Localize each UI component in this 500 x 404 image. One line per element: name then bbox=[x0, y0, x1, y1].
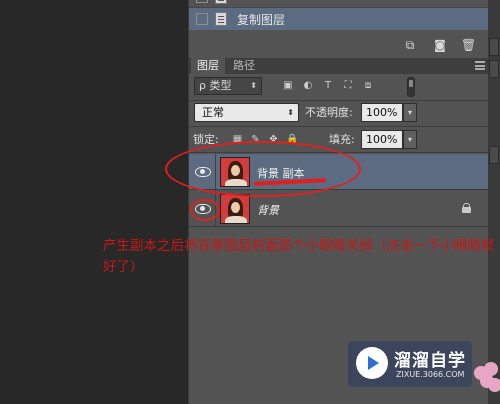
flower-decoration-icon bbox=[470, 360, 500, 404]
new-document-from-state-icon[interactable]: ⧉ bbox=[403, 39, 417, 52]
opacity-dropdown-button[interactable]: ▾ bbox=[403, 103, 417, 122]
fill-field[interactable]: 100% bbox=[361, 130, 403, 149]
fill-dropdown-button[interactable]: ▾ bbox=[403, 130, 417, 149]
tab-layers[interactable]: 图层 bbox=[191, 58, 225, 74]
document-icon bbox=[215, 12, 227, 26]
adjustment-filter-icon[interactable]: ◐ bbox=[302, 80, 314, 92]
blend-mode-select[interactable]: 正常 ⬍ bbox=[194, 103, 299, 122]
panel-tabs: 图层 路径 bbox=[189, 58, 489, 74]
filter-toggle[interactable] bbox=[407, 77, 415, 97]
layer-filter-row: ρ 类型 ⬍ ▣ ◐ T ⛶ ⧈ bbox=[189, 76, 489, 98]
divider bbox=[189, 126, 489, 127]
divider bbox=[189, 100, 489, 101]
chevron-updown-icon: ⬍ bbox=[250, 81, 257, 90]
opacity-label: 不透明度: bbox=[305, 106, 353, 119]
dock-button[interactable] bbox=[489, 60, 499, 78]
watermark-subtitle: ZIXUE.3066.COM bbox=[396, 370, 465, 379]
layer-row-background[interactable]: 背景 bbox=[189, 191, 489, 227]
dock-button[interactable] bbox=[489, 38, 499, 56]
play-logo-icon bbox=[356, 347, 388, 379]
document-icon bbox=[215, 0, 227, 4]
panel-dock-strip bbox=[488, 0, 500, 404]
dock-button[interactable] bbox=[489, 146, 499, 164]
watermark: 溜溜自学 ZIXUE.3066.COM bbox=[348, 341, 472, 387]
smart-object-filter-icon[interactable]: ⧈ bbox=[362, 80, 374, 92]
history-item-partial[interactable] bbox=[189, 0, 489, 8]
tab-paths[interactable]: 路径 bbox=[227, 58, 261, 74]
blend-mode-value: 正常 bbox=[202, 106, 224, 119]
pixel-filter-icon[interactable]: ▣ bbox=[282, 80, 294, 92]
history-item-selected[interactable]: 复制图层 bbox=[189, 8, 489, 30]
shape-filter-icon[interactable]: ⛶ bbox=[342, 80, 354, 92]
history-footer: ⧉ ◙ 🗑 bbox=[189, 36, 489, 56]
canvas-area bbox=[0, 0, 188, 404]
layer-name[interactable]: 背景 bbox=[257, 202, 279, 218]
fill-label: 填充: bbox=[329, 133, 355, 146]
annotation-ellipse-eye bbox=[190, 199, 220, 221]
camera-icon[interactable]: ◙ bbox=[433, 39, 447, 52]
history-checkbox[interactable] bbox=[196, 13, 208, 25]
opacity-field[interactable]: 100% bbox=[361, 103, 403, 122]
annotation-ellipse-layer bbox=[165, 141, 361, 197]
filter-kind-select[interactable]: ρ 类型 ⬍ bbox=[194, 77, 262, 95]
annotation-text: 产生副本之后将背景图层前面那个小眼睛关掉（点击一下小眼睛就好了） bbox=[103, 238, 495, 275]
type-filter-icon[interactable]: T bbox=[322, 80, 334, 92]
layer-thumbnail bbox=[220, 194, 250, 224]
blend-row: 正常 ⬍ 不透明度: 100% ▾ bbox=[189, 103, 489, 123]
history-panel: 复制图层 ⧉ ◙ 🗑 bbox=[188, 0, 489, 58]
lock-icon bbox=[462, 203, 471, 213]
trash-icon[interactable]: 🗑 bbox=[461, 39, 476, 52]
chevron-updown-icon: ⬍ bbox=[287, 108, 294, 117]
watermark-title: 溜溜自学 bbox=[394, 351, 466, 371]
filter-kind-label: ρ 类型 bbox=[199, 79, 232, 92]
history-item-label: 复制图层 bbox=[237, 12, 286, 27]
panel-menu-icon[interactable] bbox=[475, 61, 485, 70]
history-checkbox[interactable] bbox=[196, 0, 208, 3]
